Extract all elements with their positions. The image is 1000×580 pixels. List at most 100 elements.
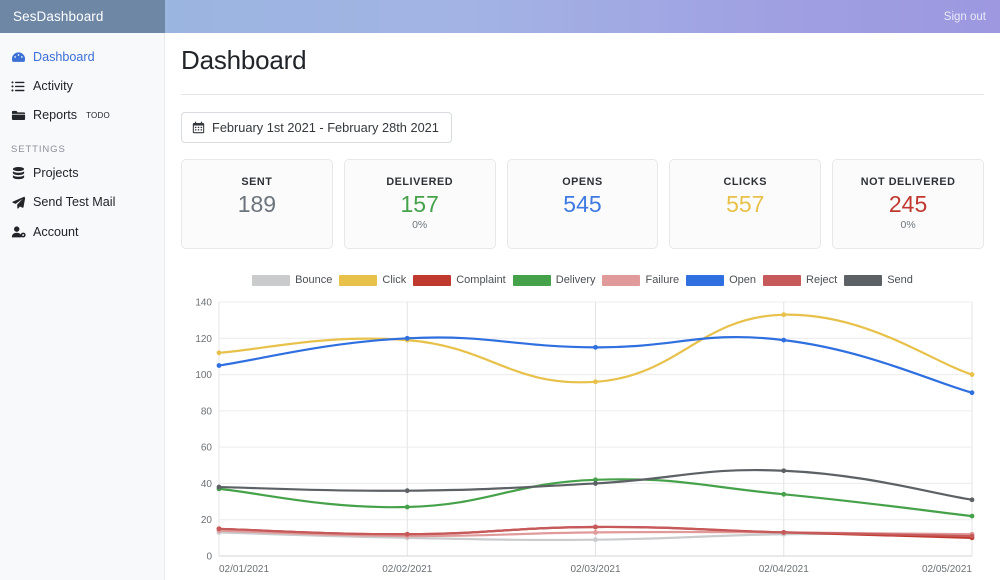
legend-label: Send — [887, 274, 913, 286]
legend-item-click[interactable]: Click — [339, 274, 406, 286]
stat-card-value: 245 — [888, 191, 928, 217]
series-point[interactable] — [781, 468, 787, 474]
series-point[interactable] — [969, 533, 975, 539]
sidebar-item-label: Account — [33, 224, 79, 239]
legend-item-open[interactable]: Open — [686, 274, 756, 286]
legend-item-bounce[interactable]: Bounce — [252, 274, 332, 286]
page-title: Dashboard — [181, 45, 307, 75]
sidebar-section-settings: SETTINGS — [11, 144, 66, 156]
sidebar-item-dashboard[interactable]: Dashboard — [0, 43, 164, 72]
stat-card-clicks[interactable]: CLICKS 557 — [669, 159, 822, 249]
series-point[interactable] — [593, 481, 598, 486]
legend-item-delivery[interactable]: Delivery — [512, 274, 596, 286]
user-gear-icon — [11, 225, 26, 240]
series-point[interactable] — [781, 337, 787, 343]
tachometer-icon — [11, 50, 26, 65]
sign-out-link[interactable]: Sign out — [944, 11, 986, 23]
legend-swatch — [512, 274, 551, 286]
legend-label: Bounce — [295, 274, 333, 286]
legend-label: Click — [382, 274, 407, 286]
sidebar-item-projects[interactable]: Projects — [0, 159, 164, 188]
series-point[interactable] — [969, 513, 975, 519]
stat-card-sub: 0% — [900, 219, 916, 232]
date-range-picker[interactable]: February 1st 2021 - February 28th 2021 — [181, 112, 452, 143]
stat-card-value: 557 — [726, 191, 765, 217]
stat-card-label: DELIVERED — [386, 176, 454, 188]
x-tick-label: 02/03/2021 — [570, 564, 620, 575]
stat-cards: SENT 189 DELIVERED 157 0% OPENS 545 CLIC… — [181, 159, 984, 249]
legend-swatch — [763, 274, 802, 286]
date-range-value: February 1st 2021 - February 28th 2021 — [212, 120, 439, 135]
main-content: Dashboard February 1st 2021 - February 2… — [165, 33, 1000, 580]
series-point[interactable] — [216, 484, 222, 490]
stat-card-sub: 0% — [412, 219, 428, 232]
series-point[interactable] — [593, 524, 598, 530]
database-icon — [11, 166, 26, 181]
series-point[interactable] — [216, 350, 222, 356]
legend-item-reject[interactable]: Reject — [763, 274, 837, 286]
list-icon — [11, 79, 26, 94]
legend-swatch — [686, 274, 725, 286]
series-point[interactable] — [969, 390, 975, 396]
stat-card-label: NOT DELIVERED — [860, 176, 956, 188]
series-point[interactable] — [216, 526, 222, 532]
stat-card-sent[interactable]: SENT 189 — [181, 159, 333, 249]
series-point[interactable] — [593, 530, 598, 535]
series-point[interactable] — [781, 312, 787, 318]
top-navbar: SesDashboard Sign out — [0, 0, 1000, 33]
legend-item-complaint[interactable]: Complaint — [413, 274, 506, 286]
series-point[interactable] — [593, 344, 598, 350]
brand-title: SesDashboard — [13, 9, 104, 24]
y-tick-label: 0 — [206, 552, 212, 563]
legend-label: Complaint — [456, 274, 506, 286]
folder-icon — [11, 108, 26, 123]
sidebar-item-label: Projects — [33, 166, 79, 181]
sidebar-item-activity[interactable]: Activity — [0, 72, 164, 101]
series-point[interactable] — [969, 372, 975, 377]
series-point[interactable] — [404, 504, 410, 510]
legend-label: Failure — [645, 274, 680, 286]
legend-swatch — [844, 274, 883, 286]
events-line-chart: Bounce Click Complaint Delivery Failure Open R… — [181, 271, 984, 580]
stat-card-value: 545 — [563, 191, 602, 217]
x-tick-label: 02/01/2021 — [219, 564, 269, 575]
y-tick-label: 60 — [201, 443, 213, 454]
date-range-row: February 1st 2021 - February 28th 2021 — [181, 95, 984, 143]
x-tick-label: 02/04/2021 — [759, 564, 809, 575]
calendar-icon — [192, 121, 205, 134]
stat-card-label: SENT — [241, 176, 273, 188]
series-point[interactable] — [404, 531, 410, 537]
legend-label: Delivery — [555, 274, 596, 286]
stat-card-not-delivered[interactable]: NOT DELIVERED 245 0% — [832, 159, 984, 249]
legend-item-failure[interactable]: Failure — [602, 274, 679, 286]
topbar-right-area: Sign out — [165, 0, 1000, 33]
series-point[interactable] — [781, 491, 787, 497]
y-tick-label: 40 — [201, 479, 213, 490]
series-point[interactable] — [781, 530, 787, 535]
stat-card-opens[interactable]: OPENS 545 — [506, 159, 659, 249]
series-point[interactable] — [593, 537, 598, 543]
sidebar-item-reports[interactable]: Reports TODO — [0, 101, 164, 130]
sidebar-item-label: Reports — [33, 108, 78, 123]
stat-card-value: 189 — [237, 191, 277, 217]
dashboard-app: SesDashboard Sign out Dashboard Activity… — [0, 0, 1000, 580]
brand-cell[interactable]: SesDashboard — [0, 0, 165, 33]
sidebar-item-account[interactable]: Account — [0, 218, 164, 247]
series-point[interactable] — [969, 497, 975, 503]
stat-card-value: 157 — [400, 191, 439, 217]
stat-card-label: OPENS — [562, 176, 603, 188]
legend-label: Reject — [806, 274, 838, 286]
y-tick-label: 80 — [201, 406, 213, 417]
chart-svg[interactable]: 0 20 40 60 80 100 120 140 02/01/2021 02/02/2021 02… — [181, 294, 984, 580]
legend-item-send[interactable]: Send — [844, 274, 913, 286]
sidebar: Dashboard Activity Reports TODO SETTINGS… — [0, 33, 165, 580]
x-tick-label: 02/02/2021 — [382, 564, 432, 575]
stat-card-delivered[interactable]: DELIVERED 157 0% — [343, 159, 496, 249]
series-point[interactable] — [216, 363, 222, 368]
series-point[interactable] — [593, 379, 598, 385]
series-point[interactable] — [404, 488, 410, 494]
stat-card-label: CLICKS — [723, 176, 768, 188]
paper-plane-icon — [11, 195, 26, 210]
sidebar-item-send-test-mail[interactable]: Send Test Mail — [0, 188, 164, 217]
series-point[interactable] — [404, 335, 410, 341]
